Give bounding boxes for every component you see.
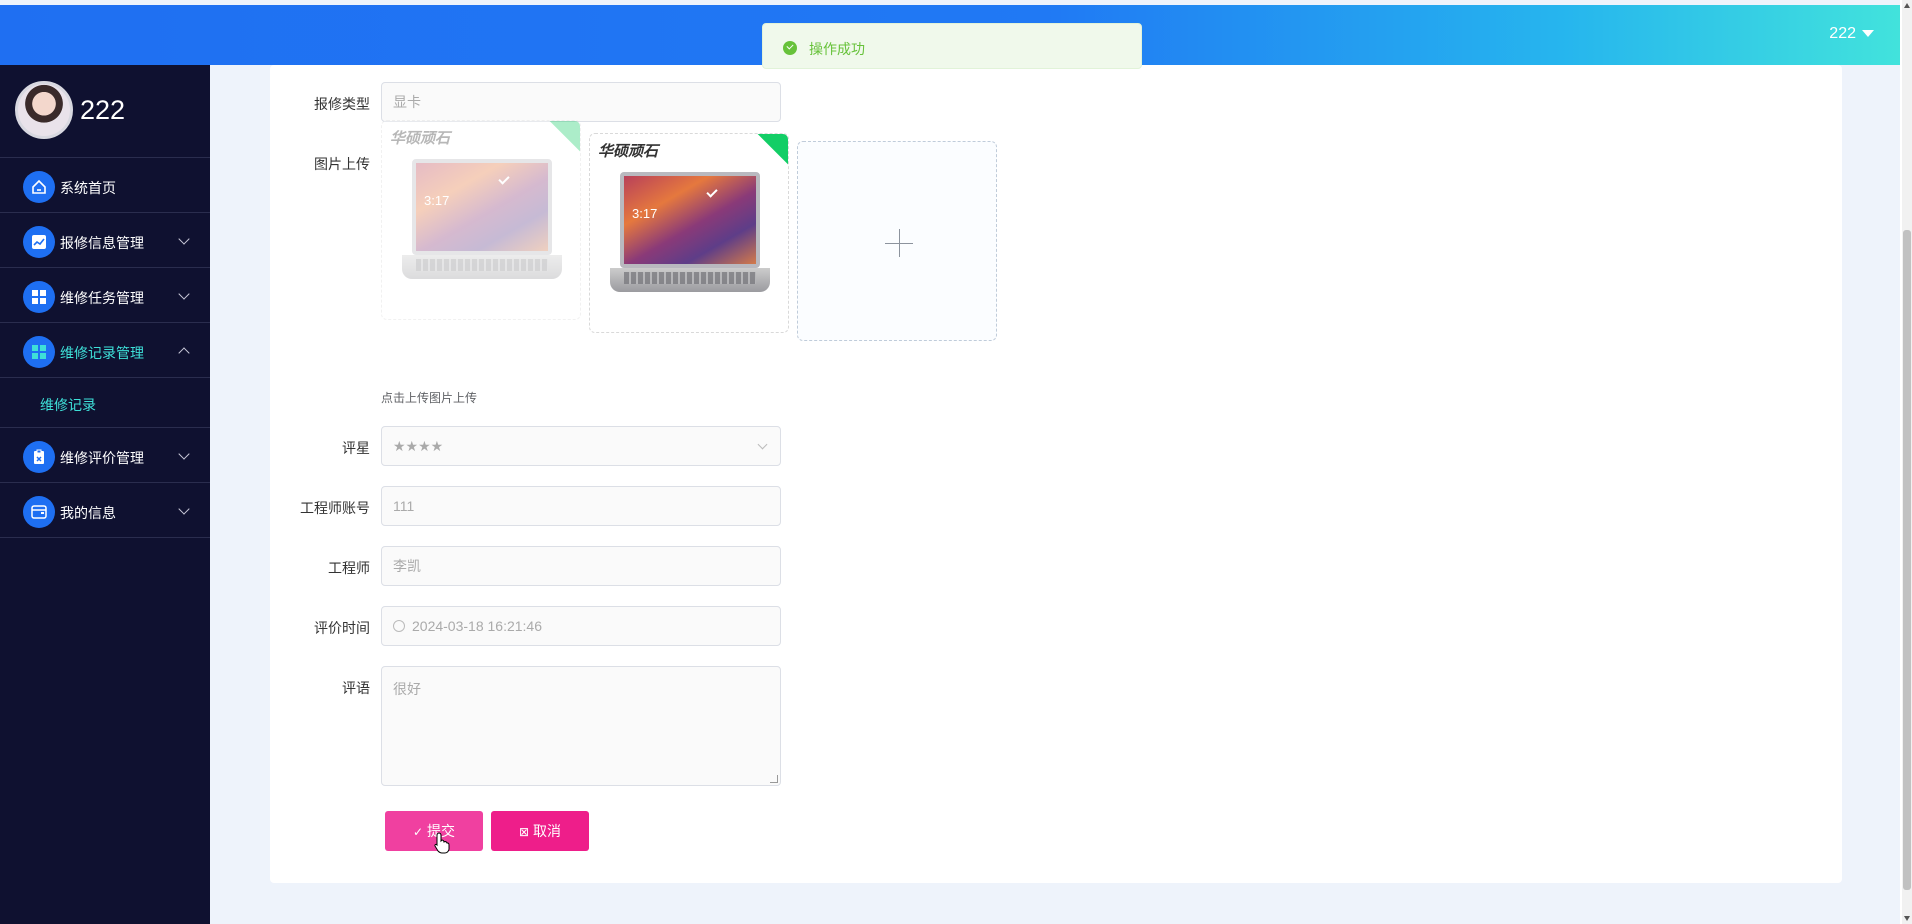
laptop-image: 3:17 — [610, 172, 770, 302]
plus-icon-vertical — [899, 229, 900, 257]
sidebar-item-home[interactable]: 系统首页 — [0, 158, 210, 213]
success-toast: 操作成功 — [762, 23, 1142, 69]
chart-icon — [23, 226, 55, 258]
image-upload-label: 图片上传 — [314, 156, 370, 172]
upload-success-corner — [548, 121, 580, 153]
upload-add-button[interactable] — [797, 141, 997, 341]
scroll-up-icon[interactable] — [1904, 3, 1910, 8]
user-menu[interactable]: 222 — [1829, 25, 1874, 43]
sidebar-item-label: 我的信息 — [60, 505, 116, 521]
screen-time: 3:17 — [424, 193, 450, 208]
chevron-down-icon — [178, 233, 190, 245]
review-time-label: 评价时间 — [314, 620, 370, 636]
comment-textarea[interactable]: 很好 — [381, 666, 781, 786]
sidebar-subitem-repair-record[interactable]: 维修记录 — [0, 378, 210, 428]
sidebar-item-label: 报修信息管理 — [60, 235, 144, 251]
brand-text: 华硕顽石 — [390, 130, 451, 147]
repair-type-input[interactable]: 显卡 — [381, 82, 781, 122]
sidebar-item-repair-reviews[interactable]: 维修评价管理 — [0, 428, 210, 483]
comment-value: 很好 — [393, 681, 421, 697]
rating-value: ★★★★ — [393, 438, 444, 454]
chevron-up-icon — [178, 347, 190, 359]
sidebar-item-label: 维修记录管理 — [60, 345, 144, 361]
grid-icon — [23, 336, 55, 368]
engineer-account-input[interactable]: 111 — [381, 486, 781, 526]
upload-hint: 点击上传图片上传 — [381, 391, 478, 405]
sidebar-item-repair-tasks[interactable]: 维修任务管理 — [0, 268, 210, 323]
profile-username: 222 — [80, 95, 126, 125]
sidebar: 222 系统首页 报修信息管理 维修任务管理 维修记录管理 维修记录 维修评价管… — [0, 65, 210, 924]
page-scrollbar[interactable] — [1902, 0, 1912, 924]
scroll-down-icon[interactable] — [1904, 916, 1910, 921]
laptop-image: 3:17 — [402, 159, 562, 289]
caret-down-icon — [1862, 30, 1874, 38]
repair-type-label: 报修类型 — [314, 96, 370, 112]
close-box-icon: ⊠ — [518, 825, 530, 839]
sidebar-item-repair-records[interactable]: 维修记录管理 — [0, 323, 210, 378]
brand-text: 华硕顽石 — [598, 143, 659, 160]
grid-icon — [23, 281, 55, 313]
chevron-down-icon — [178, 288, 190, 300]
home-icon — [23, 171, 55, 203]
hand-cursor-icon — [434, 832, 450, 854]
avatar — [15, 81, 73, 139]
uploaded-image[interactable]: 华硕顽石 3:17 — [589, 133, 789, 333]
engineer-label: 工程师 — [328, 560, 370, 576]
scrollbar-thumb[interactable] — [1903, 230, 1911, 890]
sidebar-item-label: 系统首页 — [60, 180, 116, 196]
engineer-account-label: 工程师账号 — [300, 500, 370, 516]
resize-handle[interactable] — [770, 775, 778, 783]
sidebar-item-label: 维修评价管理 — [60, 450, 144, 466]
screen-time: 3:17 — [632, 206, 658, 221]
sidebar-item-label: 维修任务管理 — [60, 290, 144, 306]
cancel-label: 取消 — [533, 823, 562, 839]
engineer-input[interactable]: 李凯 — [381, 546, 781, 586]
review-time-picker[interactable]: 2024-03-18 16:21:46 — [381, 606, 781, 646]
cancel-button[interactable]: ⊠ 取消 — [491, 811, 589, 851]
upload-success-corner — [756, 134, 788, 166]
success-icon — [783, 41, 797, 55]
uploaded-image-ghost[interactable]: 华硕顽石 3:17 — [381, 120, 581, 320]
check-icon: ✓ — [412, 825, 424, 839]
sidebar-item-repair-info[interactable]: 报修信息管理 — [0, 213, 210, 268]
sidebar-item-my-info[interactable]: 我的信息 — [0, 483, 210, 538]
wallet-icon — [23, 496, 55, 528]
chevron-down-icon — [757, 439, 768, 450]
chevron-down-icon — [178, 503, 190, 515]
review-time-value: 2024-03-18 16:21:46 — [412, 618, 542, 634]
sidebar-subitem-label: 维修记录 — [40, 397, 96, 413]
user-profile: 222 — [0, 65, 210, 158]
toast-message: 操作成功 — [809, 41, 865, 57]
rating-label: 评星 — [342, 440, 370, 456]
user-menu-label: 222 — [1829, 25, 1856, 42]
comment-label: 评语 — [342, 680, 370, 696]
clipboard-icon — [23, 441, 55, 473]
clock-icon — [393, 620, 405, 632]
chevron-down-icon — [178, 448, 190, 460]
rating-select[interactable]: ★★★★ — [381, 426, 781, 466]
